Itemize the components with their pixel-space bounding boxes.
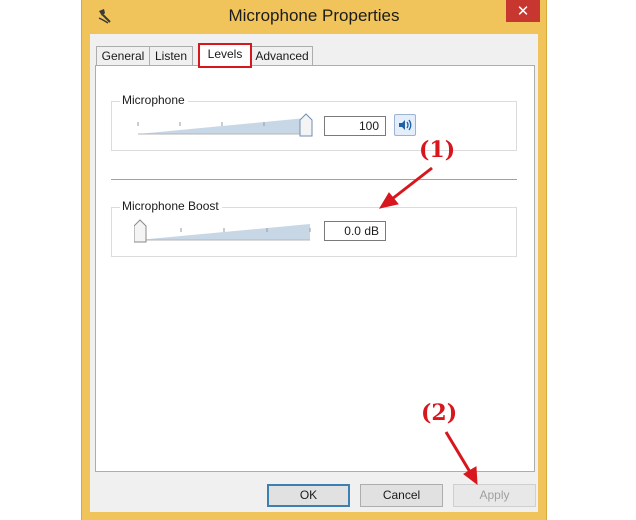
- microphone-slider-thumb: [299, 113, 313, 137]
- microphone-boost-value[interactable]: 0.0 dB: [324, 221, 386, 241]
- dialog-client-area: General Listen Levels Advanced Microphon…: [90, 34, 538, 512]
- tab-listen[interactable]: Listen: [149, 46, 193, 66]
- properties-window: Microphone Properties ✕ General Listen L…: [81, 0, 547, 520]
- title-bar[interactable]: Microphone Properties ✕: [82, 0, 546, 34]
- annotation-step-2: (2): [421, 400, 458, 426]
- close-button[interactable]: ✕: [506, 0, 540, 22]
- microphone-mute-button[interactable]: [394, 114, 416, 136]
- microphone-level-slider[interactable]: [136, 112, 316, 138]
- tab-general[interactable]: General: [96, 46, 150, 66]
- apply-button[interactable]: Apply: [453, 484, 536, 507]
- levels-tab-panel: Microphone 100 Microphone Boost 0.0 dB: [95, 65, 535, 472]
- microphone-level-value[interactable]: 100: [324, 116, 386, 136]
- microphone-label: Microphone: [120, 93, 188, 107]
- tab-levels[interactable]: Levels: [198, 43, 252, 68]
- cancel-button[interactable]: Cancel: [360, 484, 443, 507]
- microphone-boost-slider-thumb: [134, 219, 147, 243]
- speaker-icon: [399, 119, 412, 131]
- ok-button[interactable]: OK: [267, 484, 350, 507]
- group-separator: [111, 179, 517, 180]
- microphone-group: Microphone 100: [111, 93, 517, 151]
- annotation-step-1: (1): [419, 137, 456, 163]
- tab-advanced[interactable]: Advanced: [251, 46, 313, 66]
- microphone-boost-label: Microphone Boost: [120, 199, 222, 213]
- microphone-boost-slider[interactable]: [134, 218, 314, 244]
- microphone-boost-group: Microphone Boost 0.0 dB: [111, 199, 517, 257]
- window-title: Microphone Properties: [228, 6, 400, 25]
